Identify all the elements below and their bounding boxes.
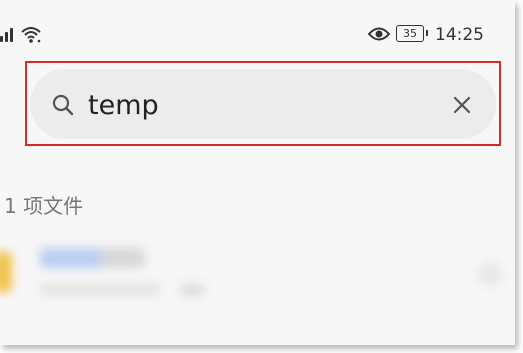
result-count: 1 项文件 — [4, 194, 84, 218]
list-item[interactable] — [0, 240, 515, 310]
file-name-tail — [100, 248, 145, 268]
search-highlight-box — [25, 61, 501, 146]
select-checkbox[interactable] — [478, 262, 502, 286]
eye-comfort-icon — [368, 27, 390, 41]
battery-indicator: 35 — [396, 25, 428, 42]
status-bar: 35 14:25 — [0, 22, 515, 50]
file-icon — [0, 252, 12, 292]
status-time: 14:25 — [435, 25, 484, 45]
file-size — [180, 284, 205, 296]
signal-icon — [0, 28, 13, 42]
file-meta — [40, 284, 160, 296]
wifi-icon — [21, 27, 41, 43]
phone-screen: 35 14:25 1 项文件 — [0, 0, 515, 345]
